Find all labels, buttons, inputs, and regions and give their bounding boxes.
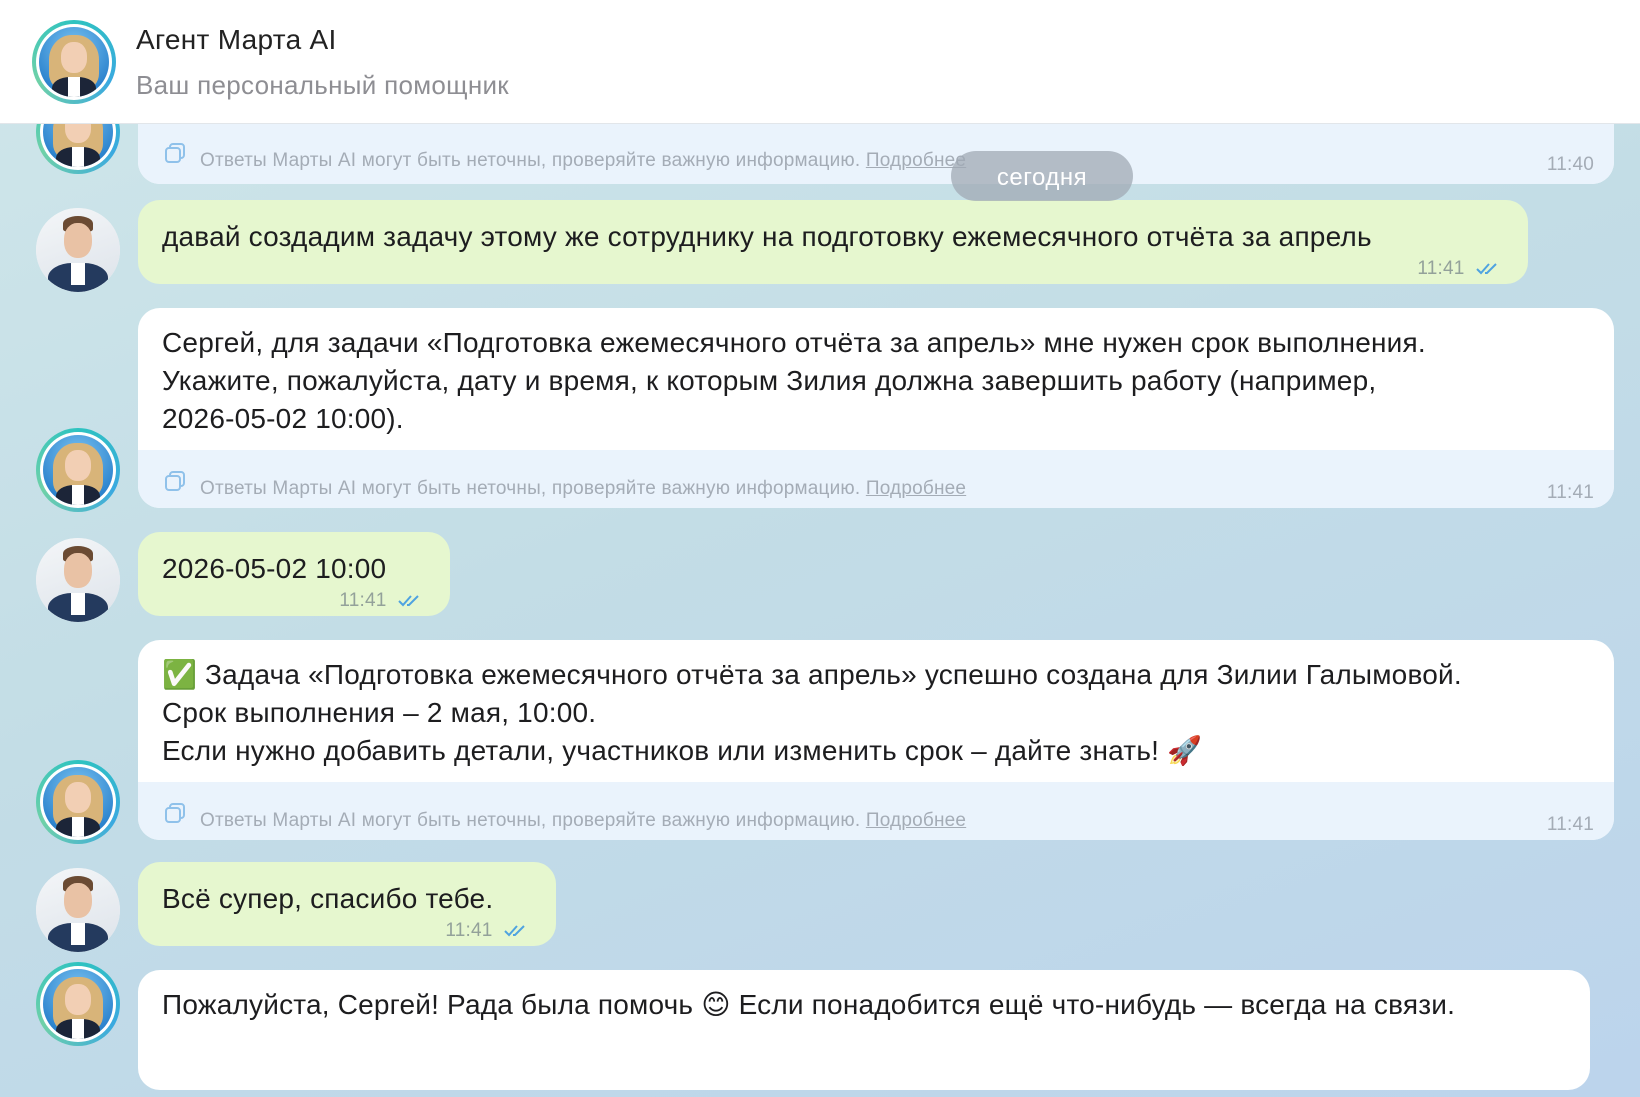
read-ticks-icon — [1476, 263, 1497, 275]
user-avatar — [36, 538, 120, 622]
copy-icon[interactable] — [164, 142, 186, 164]
copy-icon[interactable] — [164, 470, 186, 492]
disclaimer-text: Ответы Марты AI могут быть неточны, пров… — [200, 150, 967, 171]
message-time: 11:41 — [1417, 258, 1465, 279]
message-time: 11:41 — [445, 920, 493, 941]
user-message: Всё супер, спасибо тебе. 11:41 — [138, 862, 556, 946]
message-meta: 11:41 — [162, 258, 1504, 280]
message-time: 11:41 — [1546, 814, 1594, 835]
disclaimer-text: Ответы Марты AI могут быть неточны, пров… — [200, 810, 967, 831]
agent-avatar — [36, 760, 120, 844]
user-message: давай создадим задачу этому же сотрудник… — [138, 200, 1528, 284]
message-text: Пожалуйста, Сергей! Рада была помочь 😊 Е… — [162, 989, 1456, 1020]
message-list[interactable]: Ответы Марты AI могут быть неточны, пров… — [0, 124, 1640, 1097]
date-divider: сегодня — [951, 151, 1133, 201]
message-meta: 11:41 — [162, 920, 532, 942]
message-text: давай создадим задачу этому же сотрудник… — [162, 221, 1372, 252]
chat-title: Агент Марта AI — [136, 24, 337, 55]
agent-avatar — [36, 428, 120, 512]
agent-message: ✅ Задача «Подготовка ежемесячного отчёта… — [138, 640, 1614, 840]
message-time: 11:41 — [1546, 482, 1594, 503]
copy-icon[interactable] — [164, 802, 186, 824]
user-avatar — [36, 868, 120, 952]
user-avatar — [36, 208, 120, 292]
message-meta: 11:41 — [162, 590, 426, 612]
agent-message: Пожалуйста, Сергей! Рада была помочь 😊 Е… — [138, 970, 1590, 1090]
agent-message: Ответы Марты AI могут быть неточны, пров… — [138, 124, 1614, 184]
disclaimer-text: Ответы Марты AI могут быть неточны, пров… — [200, 478, 967, 499]
disclaimer-more-link[interactable]: Подробнее — [866, 478, 966, 499]
agent-avatar — [36, 962, 120, 1046]
disclaimer-bar: Ответы Марты AI могут быть неточны, пров… — [138, 782, 1614, 840]
message-text: 2026-05-02 10:00 — [162, 553, 387, 584]
chat-header: Агент Марта AI Ваш персональный помощник — [0, 0, 1640, 124]
read-ticks-icon — [398, 595, 419, 607]
chat-subtitle: Ваш персональный помощник — [136, 70, 509, 100]
agent-message: Сергей, для задачи «Подготовка ежемесячн… — [138, 308, 1614, 508]
message-text: ✅ Задача «Подготовка ежемесячного отчёта… — [162, 659, 1462, 766]
disclaimer-bar: Ответы Марты AI могут быть неточны, пров… — [138, 124, 1614, 184]
message-time: 11:41 — [339, 590, 387, 611]
user-message: 2026-05-02 10:00 11:41 — [138, 532, 450, 616]
message-text: Всё супер, спасибо тебе. — [162, 883, 494, 914]
agent-avatar[interactable] — [32, 20, 116, 104]
disclaimer-more-link[interactable]: Подробнее — [866, 810, 966, 831]
message-text: Сергей, для задачи «Подготовка ежемесячн… — [162, 327, 1426, 434]
disclaimer-bar: Ответы Марты AI могут быть неточны, пров… — [138, 450, 1614, 508]
agent-avatar — [36, 124, 120, 174]
message-time: 11:40 — [1546, 154, 1594, 175]
read-ticks-icon — [504, 925, 525, 937]
